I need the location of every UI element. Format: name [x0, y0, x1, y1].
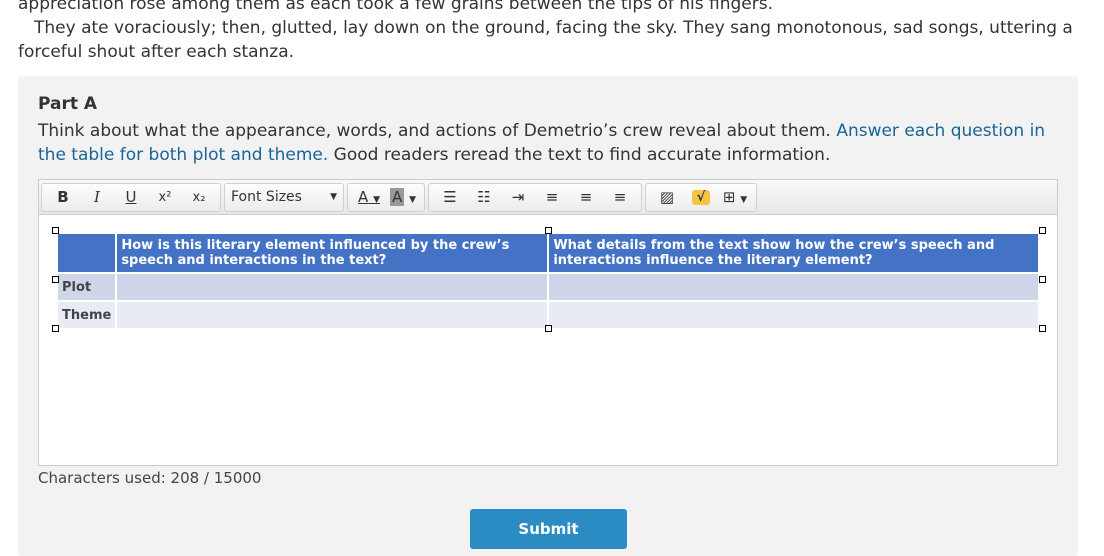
align-center-icon[interactable]: ≡ [569, 188, 603, 206]
resize-handle[interactable] [545, 227, 552, 234]
passage-paragraph: They ate voraciously; then, glutted, lay… [18, 18, 1073, 62]
image-icon[interactable]: ▨ [650, 188, 684, 206]
underline-button[interactable]: U [114, 188, 148, 206]
chevron-down-icon: ▼ [330, 192, 337, 202]
equation-icon[interactable]: √ [692, 189, 710, 205]
instr-text: Think about what the appearance, words, … [38, 121, 837, 141]
row-label: Plot [58, 274, 116, 300]
question-panel: Part A Think about what the appearance, … [18, 76, 1078, 556]
table-header-cell [58, 234, 116, 272]
numbered-list-icon[interactable]: ☷ [467, 188, 501, 206]
passage-paragraph: appreciation rose among them as each too… [18, 0, 773, 14]
italic-button[interactable]: I [80, 188, 114, 206]
resize-handle[interactable] [52, 227, 59, 234]
part-title: Part A [38, 94, 98, 114]
resize-handle[interactable] [545, 325, 552, 332]
character-count: Characters used: 208 / 15000 [38, 469, 262, 487]
theme-details-cell[interactable] [549, 302, 1038, 328]
response-table: How is this literary element influenced … [56, 232, 1040, 330]
subscript-button[interactable]: x₂ [182, 190, 216, 205]
font-sizes-label: Font Sizes [231, 189, 302, 205]
resize-handle[interactable] [1039, 227, 1046, 234]
submit-button[interactable]: Submit [470, 509, 627, 549]
instr-text: Good readers reread the text to find acc… [328, 145, 831, 165]
passage: appreciation rose among them as each too… [18, 0, 1078, 64]
bold-button[interactable]: B [46, 188, 80, 206]
plot-details-cell[interactable] [549, 274, 1038, 300]
table-header-cell: How is this literary element influenced … [117, 234, 548, 272]
plot-influence-cell[interactable] [117, 274, 548, 300]
table-icon[interactable]: ⊞ ▼ [718, 188, 752, 206]
editor-toolbar: B I U x² x₂ Font Sizes ▼ A ▼ A ▼ ☰ ☷ ⇥ ≡ … [39, 180, 1057, 215]
bg-color-label: A [390, 188, 405, 206]
indent-icon[interactable]: ⇥ [501, 188, 535, 206]
font-sizes-dropdown[interactable]: Font Sizes ▼ [224, 182, 344, 212]
table-row: Plot [58, 274, 1038, 300]
resize-handle[interactable] [52, 276, 59, 283]
instructions: Think about what the appearance, words, … [38, 119, 1068, 167]
background-color-button[interactable]: A ▼ [386, 188, 420, 206]
align-right-icon[interactable]: ≡ [603, 188, 637, 206]
bullet-list-icon[interactable]: ☰ [433, 188, 467, 206]
align-left-icon[interactable]: ≡ [535, 188, 569, 206]
resize-handle[interactable] [52, 325, 59, 332]
superscript-button[interactable]: x² [148, 190, 182, 205]
resize-handle[interactable] [1039, 276, 1046, 283]
table-header-cell: What details from the text show how the … [549, 234, 1038, 272]
row-label: Theme [58, 302, 116, 328]
resize-handle[interactable] [1039, 325, 1046, 332]
font-color-button[interactable]: A ▼ [352, 188, 386, 206]
rich-text-editor[interactable]: B I U x² x₂ Font Sizes ▼ A ▼ A ▼ ☰ ☷ ⇥ ≡ … [38, 179, 1058, 466]
theme-influence-cell[interactable] [117, 302, 548, 328]
font-color-label: A [358, 188, 369, 206]
